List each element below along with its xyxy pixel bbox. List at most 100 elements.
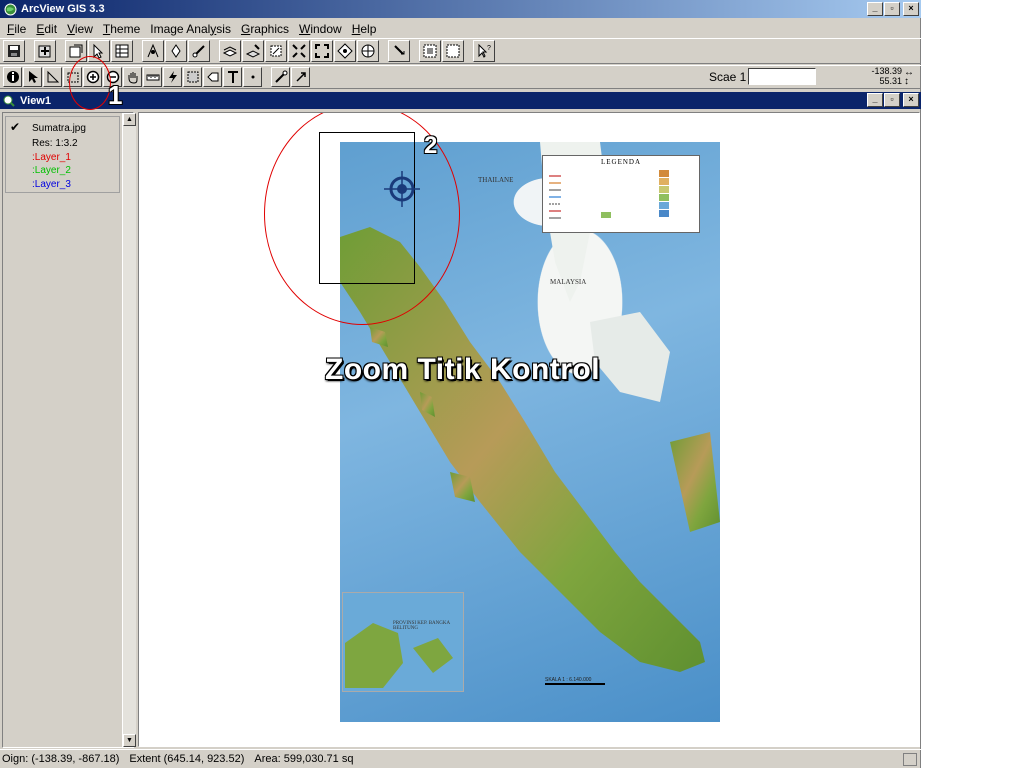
maximize-button[interactable]: ▫: [884, 2, 900, 16]
hot-link-tool[interactable]: [163, 67, 182, 87]
full-extent-icon: [292, 44, 306, 58]
print-frame-button[interactable]: [442, 40, 464, 62]
zoom-themes-icon: [315, 44, 329, 58]
close-button[interactable]: ×: [903, 2, 919, 16]
pan-tool[interactable]: [123, 67, 142, 87]
create-buffers-button[interactable]: [242, 40, 264, 62]
help-pointer-button[interactable]: [388, 40, 410, 62]
scroll-down-arrow-icon[interactable]: ▼: [123, 734, 136, 747]
scale-input[interactable]: [748, 68, 816, 85]
pointer-tool[interactable]: [23, 67, 42, 87]
table-of-contents: ✔ Sumatra.jpg Res: 1:3.2 :Layer_1 :Layer…: [2, 112, 136, 748]
zoom-previous-button[interactable]: [357, 40, 379, 62]
zoom-full-extent-button[interactable]: [288, 40, 310, 62]
coord-y: 55.31: [879, 76, 902, 86]
resize-grip-icon[interactable]: [903, 753, 917, 766]
menu-graphics[interactable]: Graphics: [236, 22, 294, 36]
clear-select-icon: [270, 45, 282, 57]
rectify-tool[interactable]: [291, 67, 310, 87]
map-display[interactable]: LEGENDA THAILANE MALAYSIA PROVINSI KEP. …: [138, 112, 920, 747]
theme-entry[interactable]: ✔ Sumatra.jpg Res: 1:3.2 :Layer_1 :Layer…: [5, 116, 120, 193]
legend-swatches: [549, 170, 669, 219]
add-theme-button[interactable]: [34, 40, 56, 62]
menu-help[interactable]: Help: [347, 22, 382, 36]
properties-icon: [69, 44, 83, 58]
control-point-tool[interactable]: [271, 67, 290, 87]
theme-resolution: Res: 1:3.2: [32, 138, 78, 149]
view-minimize-button[interactable]: _: [867, 93, 883, 107]
view-close-button[interactable]: ×: [903, 93, 919, 107]
tool-bar: Scae 1 -138.39 55.31 ↔ ↕: [0, 65, 921, 89]
minimize-button[interactable]: _: [867, 2, 883, 16]
menu-image-analysis[interactable]: Image Analysis: [145, 22, 236, 36]
arcview-window: ArcView GIS 3.3 _ ▫ × File Edit View The…: [0, 0, 921, 768]
clear-selected-button[interactable]: [265, 40, 287, 62]
area-of-interest-tool[interactable]: [183, 67, 202, 87]
vertex-edit-tool[interactable]: [43, 67, 62, 87]
text-t-icon: [227, 71, 238, 83]
locate-address-button[interactable]: [165, 40, 187, 62]
menu-edit[interactable]: Edit: [31, 22, 62, 36]
map-label-malaysia: MALAYSIA: [550, 278, 587, 286]
map-scale-bar: SKALA 1 : 6.140.000: [545, 677, 605, 685]
layout-grid-icon: [423, 44, 437, 58]
cursor-coordinates: -138.39 55.31: [862, 66, 902, 86]
menu-window[interactable]: Window: [294, 22, 347, 36]
floppy-icon: [8, 45, 20, 57]
menu-view[interactable]: View: [62, 22, 98, 36]
zoom-selected-icon: [337, 43, 353, 59]
theme-name: Sumatra.jpg: [32, 123, 86, 134]
layers-icon: [222, 46, 238, 57]
measure-tool[interactable]: [143, 67, 162, 87]
point-icon: [251, 75, 254, 79]
layout-button[interactable]: [419, 40, 441, 62]
map-inset-bangka: PROVINSI KEP. BANGKA BELITUNG: [342, 592, 464, 692]
coord-arrows-icon: ↔ ↕: [904, 67, 914, 87]
zoom-to-themes-button[interactable]: [311, 40, 333, 62]
hand-pan-icon: [128, 72, 137, 84]
help-arrow-icon: ?: [478, 43, 491, 58]
button-bar: ?: [0, 38, 921, 64]
hot-link-button[interactable]: [188, 40, 210, 62]
text-tool[interactable]: [223, 67, 242, 87]
view-title: View1: [20, 94, 51, 107]
query-icon: [147, 43, 159, 58]
locate-icon: [171, 44, 181, 58]
view-maximize-button[interactable]: ▫: [884, 93, 900, 107]
open-table-button[interactable]: [111, 40, 133, 62]
view-title-bar[interactable]: View1 _ ▫ ×: [0, 92, 921, 109]
app-title-bar[interactable]: ArcView GIS 3.3 _ ▫ ×: [0, 0, 921, 18]
label-tool[interactable]: [203, 67, 222, 87]
lightning-icon: [168, 71, 177, 83]
help-button[interactable]: ?: [473, 40, 495, 62]
svg-text:?: ?: [487, 45, 491, 52]
layer-2-label: :Layer_2: [32, 165, 71, 176]
link-point-icon: [274, 70, 287, 83]
query-builder-button[interactable]: [142, 40, 164, 62]
frame-icon: [446, 44, 460, 58]
table-icon: [115, 44, 129, 58]
globe-zoom-icon: [361, 44, 375, 58]
label-tag-icon: [206, 72, 218, 82]
arcview-globe-icon: [3, 2, 17, 16]
status-origin: Oign: (-138.39, -867.18): [2, 753, 120, 765]
status-extent: Extent (645.14, 923.52): [129, 753, 245, 765]
area-icon: [187, 71, 198, 83]
scroll-up-arrow-icon[interactable]: ▲: [123, 113, 136, 126]
identify-tool[interactable]: [3, 67, 22, 87]
ruler-icon: [146, 74, 159, 81]
select-by-theme-button[interactable]: [219, 40, 241, 62]
view-globe-icon: [3, 95, 15, 107]
save-project-button[interactable]: [3, 40, 25, 62]
theme-visibility-checkbox[interactable]: ✔: [10, 121, 23, 134]
draw-point-tool[interactable]: [243, 67, 262, 87]
menu-file[interactable]: File: [2, 22, 31, 36]
layer-3-label: :Layer_3: [32, 179, 71, 190]
add-theme-icon: [38, 45, 51, 58]
toc-scrollbar[interactable]: ▲ ▼: [122, 113, 136, 747]
arrow-pointer-icon: [28, 71, 38, 83]
menu-theme[interactable]: Theme: [98, 22, 145, 36]
zoom-to-selected-button[interactable]: [334, 40, 356, 62]
diagonal-arrow-icon: [295, 72, 306, 82]
vertex-icon: [47, 70, 59, 83]
